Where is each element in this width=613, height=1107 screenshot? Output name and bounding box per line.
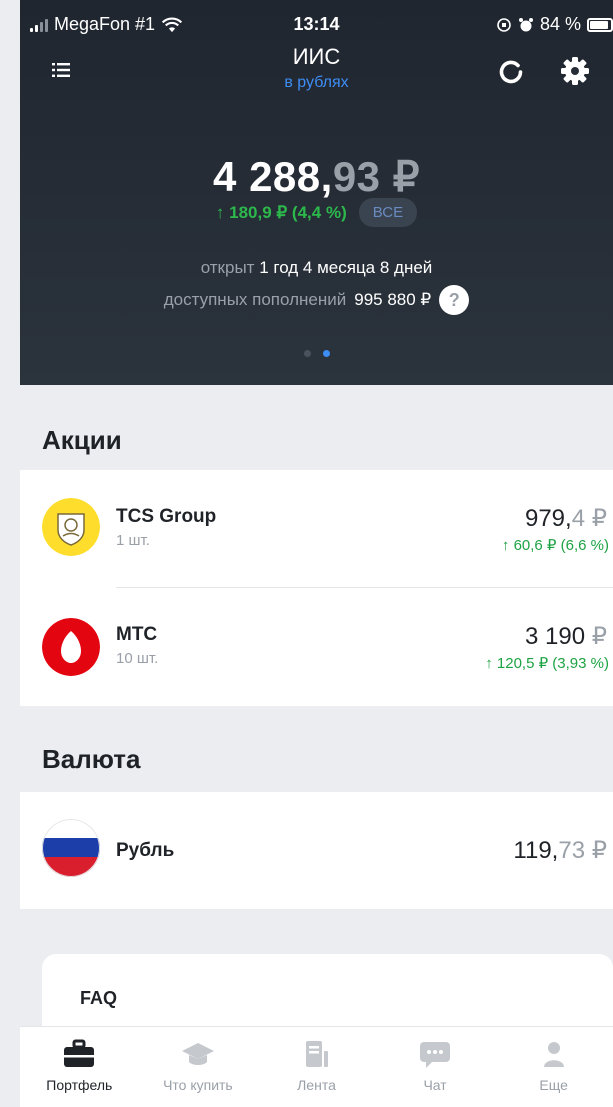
user-icon <box>543 1042 564 1067</box>
price-integer: 3 190 <box>524 623 586 650</box>
tab-portfolio[interactable]: Портфель <box>20 1027 139 1107</box>
page-dot-active[interactable] <box>322 350 330 357</box>
currency-list: Рубль 119,73 ₽ <box>20 792 613 909</box>
alarm-icon <box>518 17 533 31</box>
stock-quantity: 1 шт. <box>116 532 150 549</box>
stock-quantity: 10 шт. <box>116 650 159 667</box>
currency-value: 119,73 ₽ <box>513 836 607 865</box>
all-time-button[interactable]: ВСЕ <box>358 198 418 227</box>
portfolio-header: MegaFon #1 13:14 84 % ИИС в рублях 4 288… <box>20 0 613 385</box>
price-integer: 119, <box>513 837 559 864</box>
tab-label: Лента <box>297 1077 336 1093</box>
price-currency: ₽ <box>591 837 607 864</box>
stock-row-tcs[interactable]: TCS Group 1 шт. 979,4 ₽ ↑ 60,6 ₽ (6,6 %) <box>20 470 613 588</box>
stocks-list: TCS Group 1 шт. 979,4 ₽ ↑ 60,6 ₽ (6,6 %)… <box>20 470 613 706</box>
available-deposits: доступных пополнений 995 880 ₽ ? <box>20 285 613 315</box>
currency-row-rub[interactable]: Рубль 119,73 ₽ <box>20 792 613 909</box>
price-fraction: 73 <box>558 837 586 864</box>
deposits-value: 995 880 ₽ <box>354 290 432 309</box>
stock-price: 3 190 ₽ <box>525 622 607 651</box>
chat-icon <box>420 1042 451 1068</box>
stock-row-mts[interactable]: МТС 10 шт. 3 190 ₽ ↑ 120,5 ₽ (3,93 %) <box>20 588 613 706</box>
stock-change: ↑ 60,6 ₽ (6,6 %) <box>501 537 609 554</box>
price-fraction: 4 <box>571 505 586 532</box>
balance-fraction: 93 <box>332 153 381 200</box>
tab-more[interactable]: Еще <box>494 1027 613 1107</box>
opened-value: 1 год 4 месяца 8 дней <box>259 258 433 277</box>
tcs-logo-icon <box>42 498 100 556</box>
tab-label: Чат <box>423 1077 447 1093</box>
status-bar: MegaFon #1 13:14 84 % <box>20 0 613 40</box>
russia-flag-icon <box>42 819 100 877</box>
balance-currency: ₽ <box>392 153 420 200</box>
help-button[interactable]: ? <box>439 285 470 315</box>
stocks-section-header: Акции <box>20 385 613 470</box>
mts-logo-icon <box>42 618 100 676</box>
refresh-icon[interactable] <box>497 58 525 86</box>
price-currency: ₽ <box>591 623 607 650</box>
balance-integer: 4 288, <box>213 153 333 200</box>
currency-section-header: Валюта <box>20 706 613 792</box>
bottom-tab-bar: Портфель Что купить Лента Чат Еще <box>20 1026 613 1107</box>
graduation-cap-icon <box>181 1043 214 1065</box>
account-age: открыт 1 год 4 месяца 8 дней <box>20 258 613 278</box>
tab-chat[interactable]: Чат <box>376 1027 495 1107</box>
tab-label: Портфель <box>46 1077 113 1093</box>
stock-name: МТС <box>116 624 158 645</box>
stocks-title: Акции <box>42 425 122 455</box>
balance-change: ↑ 180,9 ₽ (4,4 %) <box>215 202 347 222</box>
stock-change: ↑ 120,5 ₽ (3,93 %) <box>485 655 609 672</box>
status-right: 84 % <box>496 14 613 35</box>
feed-icon <box>306 1041 329 1067</box>
tab-label: Еще <box>539 1077 568 1093</box>
balance-change-row: ↑ 180,9 ₽ (4,4 %) ВСЕ <box>20 198 613 227</box>
price-currency: ₽ <box>591 505 607 532</box>
briefcase-icon <box>64 1039 95 1067</box>
battery-icon <box>587 17 613 32</box>
gear-icon[interactable] <box>560 56 590 86</box>
page-dot[interactable] <box>303 350 311 357</box>
stock-name: TCS Group <box>116 506 217 527</box>
battery-percent: 84 % <box>539 14 581 34</box>
currency-name: Рубль <box>116 840 175 861</box>
tab-label: Что купить <box>163 1077 233 1093</box>
opened-label: открыт <box>200 258 255 277</box>
currency-title: Валюта <box>42 744 141 774</box>
total-balance: 4 288,93 ₽ <box>20 152 613 201</box>
orientation-lock-icon <box>497 17 511 32</box>
price-integer: 979, <box>524 505 572 532</box>
tab-feed[interactable]: Лента <box>257 1027 376 1107</box>
page-indicator[interactable] <box>20 350 613 357</box>
deposits-label: доступных пополнений <box>163 290 347 309</box>
stock-price: 979,4 ₽ <box>525 504 607 533</box>
faq-title: FAQ <box>80 988 118 1008</box>
tab-what-to-buy[interactable]: Что купить <box>139 1027 258 1107</box>
